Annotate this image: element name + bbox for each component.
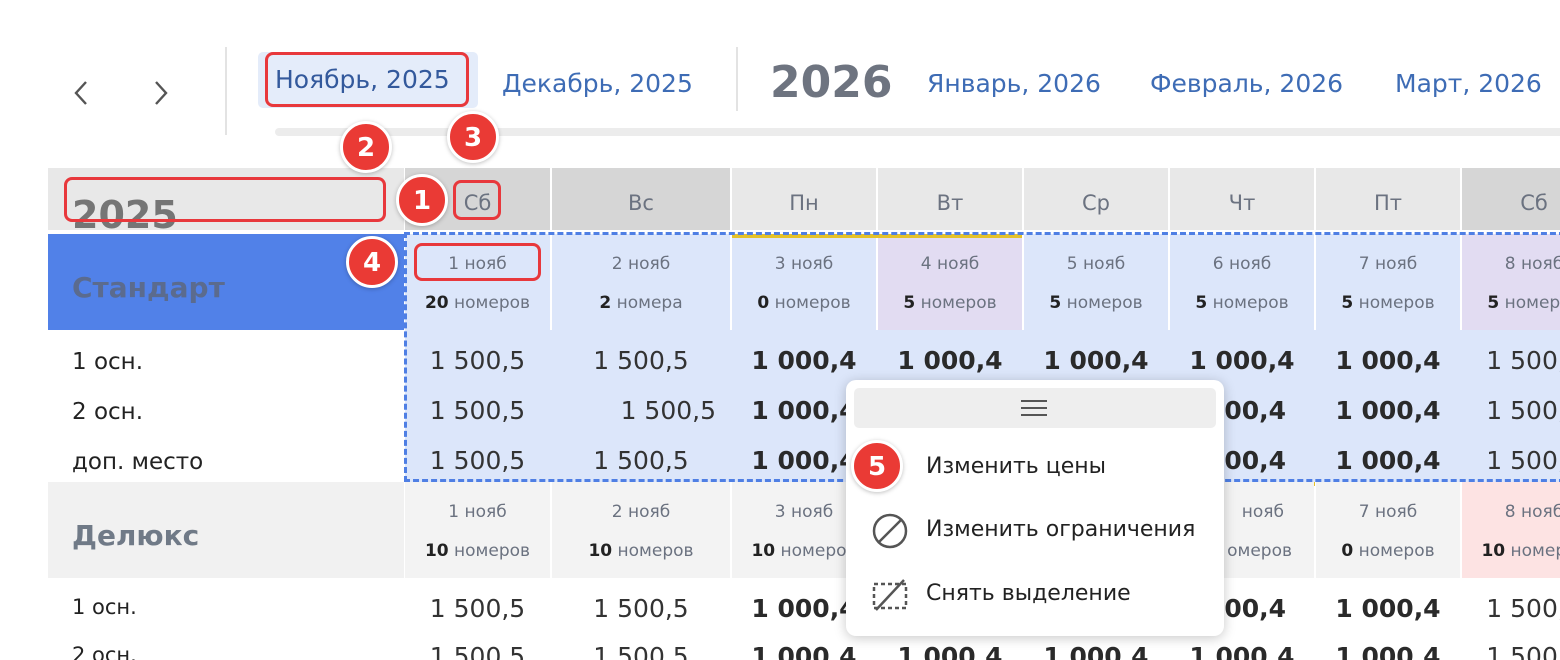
- context-menu: Изменить цены Изменить ограничения Снять…: [846, 380, 1224, 636]
- weekday-header: Пт: [1316, 168, 1460, 230]
- day-date: 2 нояб: [611, 502, 671, 522]
- callout-badge: 4: [346, 236, 398, 288]
- prev-month-button[interactable]: [64, 76, 98, 110]
- month-tab-december-2025[interactable]: Декабрь, 2025: [502, 66, 693, 102]
- day-date: 8 нояб: [1504, 502, 1560, 522]
- month-tab-january-2026[interactable]: Январь, 2026: [927, 66, 1101, 102]
- day-cell[interactable]: 2 нояб 10 номеров: [552, 482, 730, 578]
- hamburger-icon: [1021, 400, 1047, 416]
- callout-outline-weekday: [453, 180, 501, 220]
- occupancy-label: 2 осн.: [72, 643, 137, 660]
- month-tab-february-2026[interactable]: Февраль, 2026: [1150, 66, 1343, 102]
- weekday-header: Пн: [732, 168, 876, 230]
- menu-item-change-restrictions[interactable]: Изменить ограничения: [926, 515, 1195, 545]
- room-count: 0 номеров: [1341, 541, 1435, 561]
- menu-item-deselect[interactable]: Снять выделение: [926, 579, 1131, 609]
- price-cell[interactable]: 1 000,4: [732, 641, 876, 660]
- price-cell[interactable]: 1 500,5: [1462, 593, 1560, 625]
- day-date: 1 нояб: [448, 502, 507, 522]
- callout-outline-month: [265, 52, 469, 107]
- room-count: 10 номеров: [424, 541, 531, 561]
- room-count: 10 номеров: [588, 541, 694, 561]
- price-cell[interactable]: 1 500,5: [552, 593, 730, 625]
- prohibited-icon: [872, 513, 908, 549]
- price-cell[interactable]: 1 500,5: [552, 641, 730, 660]
- room-type-name: Стандарт: [72, 271, 225, 304]
- day-cell[interactable]: 7 нояб 0 номеров: [1316, 482, 1460, 578]
- year-label: 2026: [770, 57, 893, 108]
- price-cell[interactable]: 1 000,4: [1024, 641, 1168, 660]
- occupancy-label: доп. место: [72, 449, 204, 475]
- callout-badge: 2: [340, 121, 392, 173]
- weekday-header: Сб: [1462, 168, 1560, 230]
- menu-handle[interactable]: [854, 388, 1216, 428]
- chevron-left-icon: [74, 81, 87, 105]
- room-type-deluxe[interactable]: Делюкс: [48, 482, 404, 578]
- price-cell[interactable]: 1 000,4: [1316, 593, 1460, 625]
- callout-badge: 3: [447, 111, 499, 163]
- occupancy-label: 1 осн.: [72, 349, 144, 375]
- day-cell[interactable]: 8 нояб 10 номеров: [1462, 482, 1560, 578]
- weekday-header: Чт: [1170, 168, 1314, 230]
- weekday-header: Ср: [1024, 168, 1168, 230]
- room-count: 10 номеров: [1481, 541, 1560, 561]
- nav-divider: [225, 47, 227, 135]
- day-date: 7 нояб: [1358, 502, 1418, 522]
- day-cell[interactable]: 1 нояб 10 номеров: [405, 482, 550, 578]
- room-type-name: Делюкс: [72, 519, 200, 552]
- callout-outline-year: [64, 177, 386, 222]
- price-cell[interactable]: 1 500,5: [405, 641, 550, 660]
- price-cell[interactable]: 1 000,4: [878, 641, 1022, 660]
- price-cell[interactable]: 1 500,5: [405, 593, 550, 625]
- chevron-right-icon: [155, 81, 168, 105]
- callout-badge: 1: [396, 174, 448, 226]
- price-cell[interactable]: 1 000,4: [1170, 641, 1314, 660]
- callout-outline-date: [414, 243, 541, 281]
- price-cell[interactable]: 1 000,4: [1316, 641, 1460, 660]
- price-cell[interactable]: 1 500,5: [1462, 641, 1560, 660]
- weekday-header: Вс: [552, 168, 730, 230]
- weekday-header: Вт: [878, 168, 1022, 230]
- menu-item-change-prices[interactable]: Изменить цены: [926, 452, 1106, 482]
- next-month-button[interactable]: [144, 76, 178, 110]
- deselect-icon: [872, 579, 908, 611]
- month-tab-march-2026[interactable]: Март, 2026: [1395, 66, 1542, 102]
- callout-badge: 5: [851, 440, 903, 492]
- occupancy-label: 2 осн.: [72, 399, 144, 425]
- occupancy-label: 1 осн.: [72, 595, 137, 619]
- nav-divider: [736, 47, 738, 111]
